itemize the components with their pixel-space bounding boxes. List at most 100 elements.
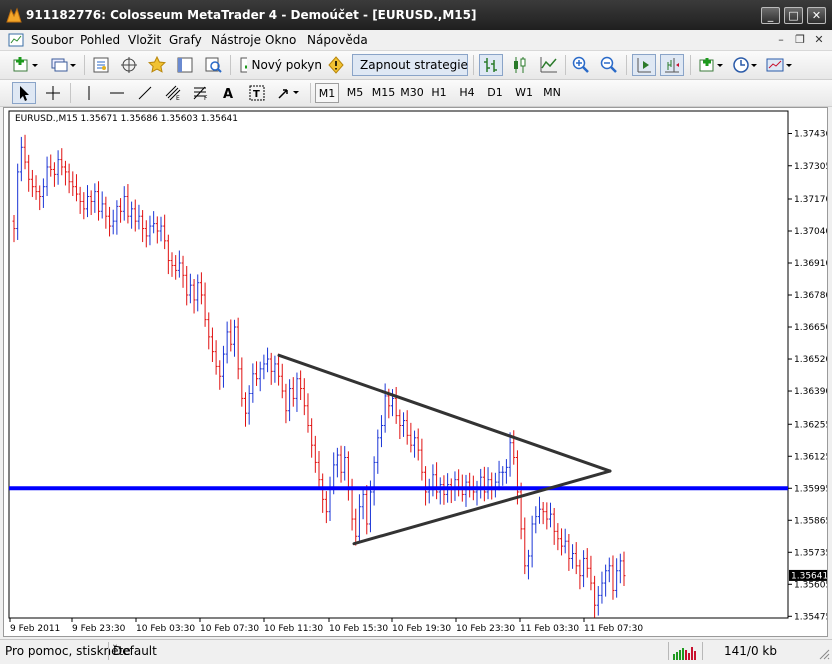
price-tick-label: 1.36780	[794, 291, 827, 301]
status-bar: Pro pomoc, stiskněte Default 141/0 kb	[0, 639, 832, 664]
chart-info-label: EURUSD.,M15 1.35671 1.35686 1.35603 1.35…	[15, 114, 238, 124]
indicators-button[interactable]	[696, 54, 726, 76]
plot-area[interactable]	[8, 110, 789, 619]
menu-soubor[interactable]: Soubor	[31, 33, 73, 47]
bar-chart-button[interactable]	[479, 54, 503, 76]
new-order-button[interactable]: Nový pokyn	[236, 54, 322, 76]
vertical-line-icon	[88, 86, 90, 100]
menu-napoveda[interactable]: Nápověda	[307, 33, 368, 47]
menu-pohled[interactable]: Pohled	[80, 33, 120, 47]
timeframe-h1[interactable]: H1	[428, 83, 450, 103]
new-order-icon	[240, 57, 248, 73]
terminal-icon	[177, 57, 193, 73]
timeframe-m15[interactable]: M15	[371, 83, 396, 103]
price-tick-label: 1.37170	[794, 195, 827, 205]
maximize-button[interactable]: □	[784, 7, 803, 24]
equidistant-channel-button[interactable]: E	[162, 82, 184, 104]
time-tick-label: 10 Feb 15:30	[329, 624, 388, 634]
line-chart-button[interactable]	[537, 54, 561, 76]
candlestick-button[interactable]	[508, 54, 532, 76]
vertical-line-button[interactable]	[78, 82, 100, 104]
price-axis[interactable]: 1.37436 1.37305 1.37170 1.37040 1.36910 1.367…	[788, 130, 831, 623]
horizontal-line-button[interactable]	[106, 82, 128, 104]
templates-button[interactable]	[764, 54, 794, 76]
timeframe-h4[interactable]: H4	[456, 83, 478, 103]
text-label-button[interactable]: T	[246, 82, 268, 104]
mdi-minimize-button[interactable]: –	[773, 32, 789, 47]
trendline-button[interactable]	[134, 82, 156, 104]
arrows-button[interactable]	[274, 82, 304, 104]
line-chart-icon	[540, 57, 557, 73]
bar-chart-icon	[484, 58, 497, 72]
svg-text:A: A	[223, 87, 233, 101]
chart-window[interactable]: EURUSD.,M15 1.35671 1.35686 1.35603 1.35…	[3, 107, 831, 637]
price-tick-label: 1.35995	[794, 484, 827, 494]
menu-nastroje[interactable]: Nástroje	[211, 33, 261, 47]
standard-toolbar: Nový pokyn Zapnout strategie	[0, 51, 832, 80]
data-window-button[interactable]	[118, 54, 140, 76]
price-chart[interactable]: EURUSD.,M15 1.35671 1.35686 1.35603 1.35…	[4, 108, 831, 636]
status-traffic: 141/0 kb	[724, 644, 777, 658]
periods-button[interactable]	[730, 54, 760, 76]
timeframe-m30[interactable]: M30	[399, 83, 425, 103]
menu-vlozit[interactable]: Vložit	[128, 33, 161, 47]
connection-status-icon	[673, 647, 696, 660]
chart-shift-button[interactable]	[660, 54, 684, 76]
time-tick-label: 11 Feb 03:30	[520, 624, 579, 634]
price-tick-label: 1.36255	[794, 420, 827, 430]
arrows-icon	[278, 89, 299, 99]
new-chart-button[interactable]	[10, 54, 40, 76]
timeframe-m5[interactable]: M5	[343, 83, 367, 103]
price-tick-label: 1.37305	[794, 162, 827, 172]
auto-scroll-icon	[637, 58, 651, 73]
experts-warning-button[interactable]	[325, 54, 347, 76]
minimize-button[interactable]: _	[761, 7, 780, 24]
menu-grafy[interactable]: Grafy	[169, 33, 202, 47]
price-tick-label: 1.37436	[794, 130, 827, 140]
price-tick-label: 1.36125	[794, 452, 827, 462]
zoom-out-button[interactable]	[598, 54, 620, 76]
crosshair-tool-button[interactable]	[42, 82, 64, 104]
profiles-icon	[51, 58, 76, 72]
time-tick-label: 10 Feb 11:30	[264, 624, 323, 634]
timeframe-m1[interactable]: M1	[315, 83, 339, 103]
auto-scroll-button[interactable]	[632, 54, 656, 76]
profiles-button[interactable]	[48, 54, 78, 76]
timeframe-d1[interactable]: D1	[484, 83, 506, 103]
crosshair-target-icon	[121, 57, 137, 73]
text-tool-button[interactable]: A	[218, 82, 240, 104]
svg-text:T: T	[253, 89, 260, 100]
price-tick-label: 1.35735	[794, 548, 827, 558]
fibonacci-button[interactable]: F	[190, 82, 212, 104]
strategy-tester-button[interactable]	[202, 54, 224, 76]
time-tick-label: 10 Feb 03:30	[136, 624, 195, 634]
new-chart-icon	[13, 57, 38, 72]
cursor-arrow-icon	[20, 86, 29, 101]
time-tick-label: 9 Feb 2011	[10, 624, 60, 634]
autotrading-button[interactable]: Zapnout strategie	[352, 54, 468, 76]
cursor-tool-button[interactable]	[12, 82, 36, 104]
svg-text:E: E	[176, 95, 180, 101]
time-axis[interactable]: 9 Feb 2011 9 Feb 23:30 10 Feb 03:30 10 Feb …	[9, 618, 643, 634]
navigator-button[interactable]	[146, 54, 168, 76]
timeframe-w1[interactable]: W1	[512, 83, 536, 103]
svg-text:F: F	[204, 95, 208, 101]
price-tick-label: 1.36520	[794, 355, 827, 365]
metatrader-logo-icon	[6, 7, 22, 23]
zoom-in-button[interactable]	[570, 54, 592, 76]
mdi-close-button[interactable]: ✕	[811, 32, 827, 47]
chart-window-icon[interactable]	[8, 32, 24, 48]
menu-okno[interactable]: Okno	[265, 33, 296, 47]
resize-grip-icon[interactable]	[818, 648, 830, 660]
horizontal-line-icon	[110, 92, 124, 94]
new-order-label: Nový pokyn	[251, 58, 322, 72]
time-tick-label: 10 Feb 23:30	[456, 624, 515, 634]
timeframe-mn[interactable]: MN	[540, 83, 564, 103]
mdi-restore-button[interactable]: ❐	[792, 32, 808, 47]
window-title: 911182776: Colosseum MetaTrader 4 - Demo…	[26, 8, 477, 22]
market-watch-button[interactable]	[90, 54, 112, 76]
market-watch-icon	[93, 57, 109, 73]
close-button[interactable]: ✕	[807, 7, 826, 24]
time-tick-label: 11 Feb 07:30	[584, 624, 643, 634]
terminal-button[interactable]	[174, 54, 196, 76]
